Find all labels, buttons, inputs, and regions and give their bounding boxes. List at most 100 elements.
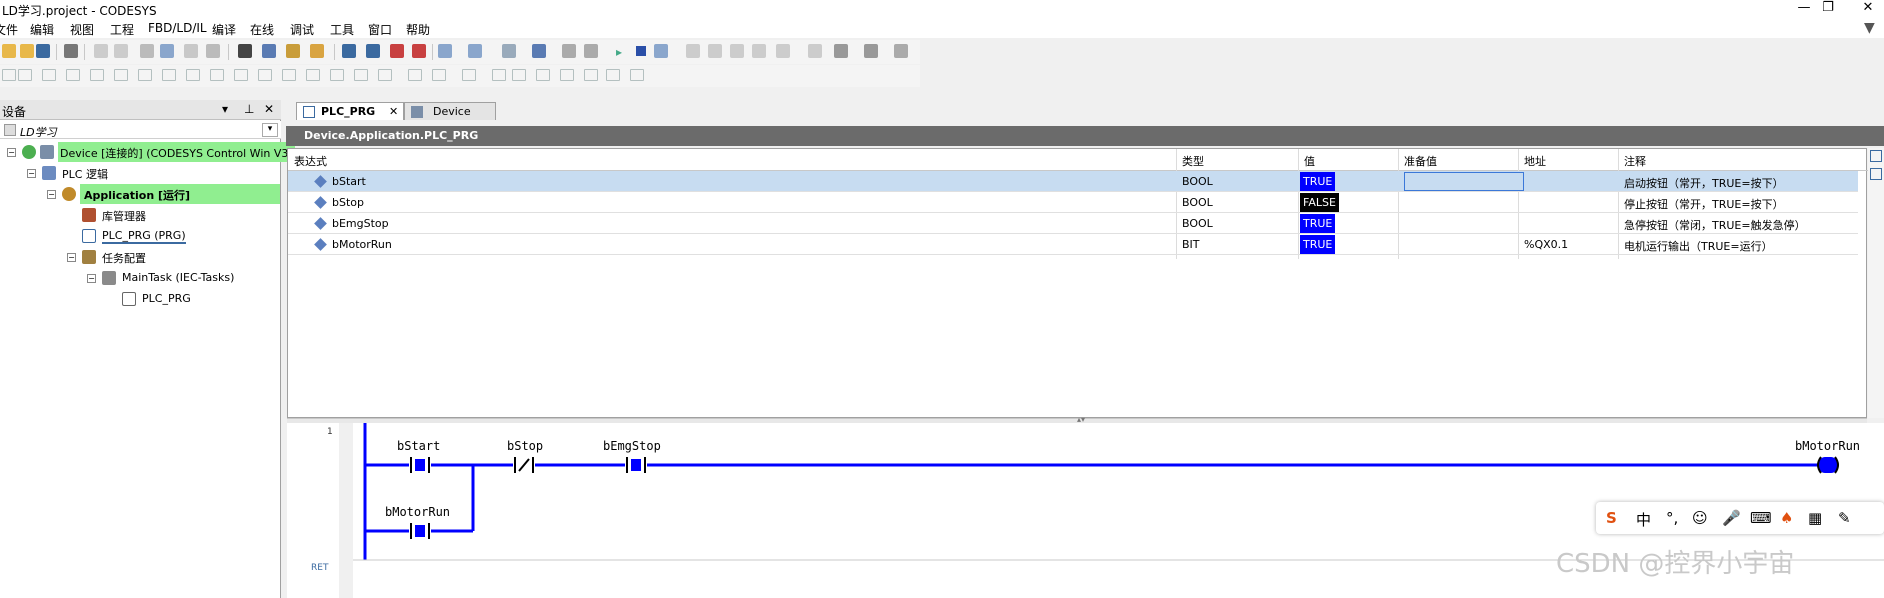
tab-plc-prg[interactable]: PLC_PRG ✕ [296, 102, 404, 120]
insert-comment-icon[interactable] [408, 69, 422, 81]
menu-help[interactable]: 帮助 [406, 21, 430, 38]
skin-icon[interactable]: ♠ [1780, 509, 1793, 527]
open-project-icon[interactable] [2, 44, 16, 58]
compile-icon[interactable] [390, 44, 404, 58]
insert-parallel-contact-icon[interactable] [210, 69, 224, 81]
watch-view-icon[interactable] [1870, 150, 1882, 162]
branch-start-icon[interactable] [536, 69, 550, 81]
start-icon[interactable]: ▸ [616, 45, 622, 59]
reset-icon[interactable] [584, 44, 598, 58]
reset-cold-icon[interactable] [654, 44, 668, 58]
menu-build[interactable]: 编译 [212, 21, 236, 38]
toolbox-icon[interactable] [1870, 168, 1882, 180]
tree-item-task-config[interactable]: − 任务配置 [0, 247, 280, 267]
project-selector[interactable]: LD学习 ▾ [0, 121, 281, 139]
copy-icon[interactable] [160, 44, 174, 58]
insert-set-coil-icon[interactable] [258, 69, 272, 81]
force-values-icon[interactable] [834, 44, 848, 58]
branch-end-icon[interactable] [560, 69, 574, 81]
column-header-value[interactable]: 值 [1304, 153, 1315, 169]
device-icon[interactable] [468, 44, 482, 58]
collapse-icon[interactable]: − [7, 148, 16, 157]
keyboard-icon[interactable]: ⌨ [1750, 509, 1772, 527]
insert-branch-icon[interactable] [354, 69, 368, 81]
column-header-type[interactable]: 类型 [1182, 153, 1204, 169]
panel-close-button[interactable]: ✕ [264, 102, 274, 116]
collapse-icon[interactable]: − [87, 274, 96, 283]
tree-item-task-call[interactable]: PLC_PRG [0, 289, 280, 309]
tree-item-plc-prg[interactable]: PLC_PRG (PRG) [0, 226, 280, 246]
step-out-icon[interactable] [730, 44, 744, 58]
insert-assignment-icon[interactable] [42, 69, 56, 81]
save-icon[interactable] [36, 44, 50, 58]
contact-label-bmotorrun-parallel[interactable]: bMotorRun [385, 505, 450, 519]
menu-view[interactable]: 视图 [70, 21, 94, 38]
crossref-icon[interactable] [310, 44, 324, 58]
collapse-ribbon-icon[interactable]: ▼ [1864, 20, 1875, 36]
edge-detection-icon[interactable] [492, 69, 506, 81]
paste-icon[interactable] [184, 44, 198, 58]
logout-icon[interactable] [366, 44, 380, 58]
insert-return-icon[interactable] [138, 69, 152, 81]
panel-pin-button[interactable]: ⊥ [244, 102, 254, 116]
browse-icon[interactable] [286, 44, 300, 58]
project-dropdown-icon[interactable]: ▾ [262, 123, 278, 137]
insert-network-icon[interactable] [2, 69, 16, 81]
cut-icon[interactable] [140, 44, 154, 58]
breakpoint-icon[interactable] [562, 44, 576, 58]
toggle-negation-icon[interactable] [432, 69, 446, 81]
run-to-cursor-icon[interactable] [752, 44, 766, 58]
tree-item-device[interactable]: − Device [连接的] (CODESYS Control Win V3) [0, 142, 295, 162]
insert-reset-coil-icon[interactable] [282, 69, 296, 81]
prepared-value-input[interactable] [1404, 172, 1524, 191]
step-into-icon[interactable] [708, 44, 722, 58]
tree-item-maintask[interactable]: − MainTask (IEC-Tasks) [0, 268, 280, 288]
sogou-logo-icon[interactable]: S [1606, 509, 1617, 527]
print-icon[interactable] [64, 44, 78, 58]
insert-variable-icon[interactable] [512, 69, 526, 81]
show-current-icon[interactable] [776, 44, 790, 58]
column-header-expression[interactable]: 表达式 [294, 153, 327, 169]
find-icon[interactable] [238, 44, 252, 58]
insert-box-icon[interactable] [66, 69, 80, 81]
insert-label-icon[interactable] [378, 69, 392, 81]
update-parameters-icon[interactable] [584, 69, 598, 81]
menu-debug[interactable]: 调试 [290, 21, 314, 38]
close-window-button[interactable]: ✕ [1848, 0, 1884, 18]
delete-icon[interactable] [206, 44, 220, 58]
panel-dropdown-button[interactable]: ▾ [222, 102, 228, 116]
repair-icon[interactable] [606, 69, 620, 81]
punctuation-icon[interactable]: °, [1666, 509, 1678, 527]
table-row[interactable]: bEmgStop BOOL TRUE 急停按钮（常闭，TRUE=触发急停） [288, 213, 1858, 234]
multiple-download-icon[interactable] [438, 44, 452, 58]
insert-icon[interactable] [502, 44, 516, 58]
insert-input-icon[interactable] [306, 69, 320, 81]
insert-output-icon[interactable] [330, 69, 344, 81]
column-header-comment[interactable]: 注释 [1624, 153, 1646, 169]
open-folder-icon[interactable] [20, 44, 34, 58]
table-row[interactable]: bMotorRun BIT TRUE %QX0.1 电机运行输出（TRUE=运行… [288, 234, 1858, 255]
tree-item-plc-logic[interactable]: − PLC 逻辑 [0, 163, 280, 183]
collapse-icon[interactable]: − [27, 169, 36, 178]
set-reset-icon[interactable] [462, 69, 476, 81]
step-over-icon[interactable] [686, 44, 700, 58]
online-config-icon[interactable] [532, 44, 546, 58]
coil-label-bmotorrun[interactable]: bMotorRun [1795, 439, 1860, 453]
menu-fbd-ld-il[interactable]: FBD/LD/IL [148, 21, 207, 35]
redo-icon[interactable] [114, 44, 128, 58]
login-icon[interactable] [342, 44, 356, 58]
toolbox-grid-icon[interactable]: ▦ [1808, 509, 1822, 527]
insert-network-below-icon[interactable] [18, 69, 32, 81]
tree-item-application[interactable]: − Application [运行] [0, 184, 280, 204]
menu-project[interactable]: 工程 [110, 21, 134, 38]
restore-button[interactable]: ❐ [1808, 0, 1848, 18]
cycle-icon[interactable] [630, 69, 644, 81]
contact-label-bstop[interactable]: bStop [507, 439, 543, 453]
menu-file[interactable]: 文件 [0, 21, 18, 38]
column-header-prepared[interactable]: 准备值 [1404, 153, 1437, 169]
collapse-icon[interactable]: − [67, 253, 76, 262]
tree-item-library-manager[interactable]: 库管理器 [0, 205, 280, 225]
menu-online[interactable]: 在线 [250, 21, 274, 38]
menu-edit[interactable]: 编辑 [30, 21, 54, 38]
close-tab-icon[interactable]: ✕ [389, 105, 398, 118]
